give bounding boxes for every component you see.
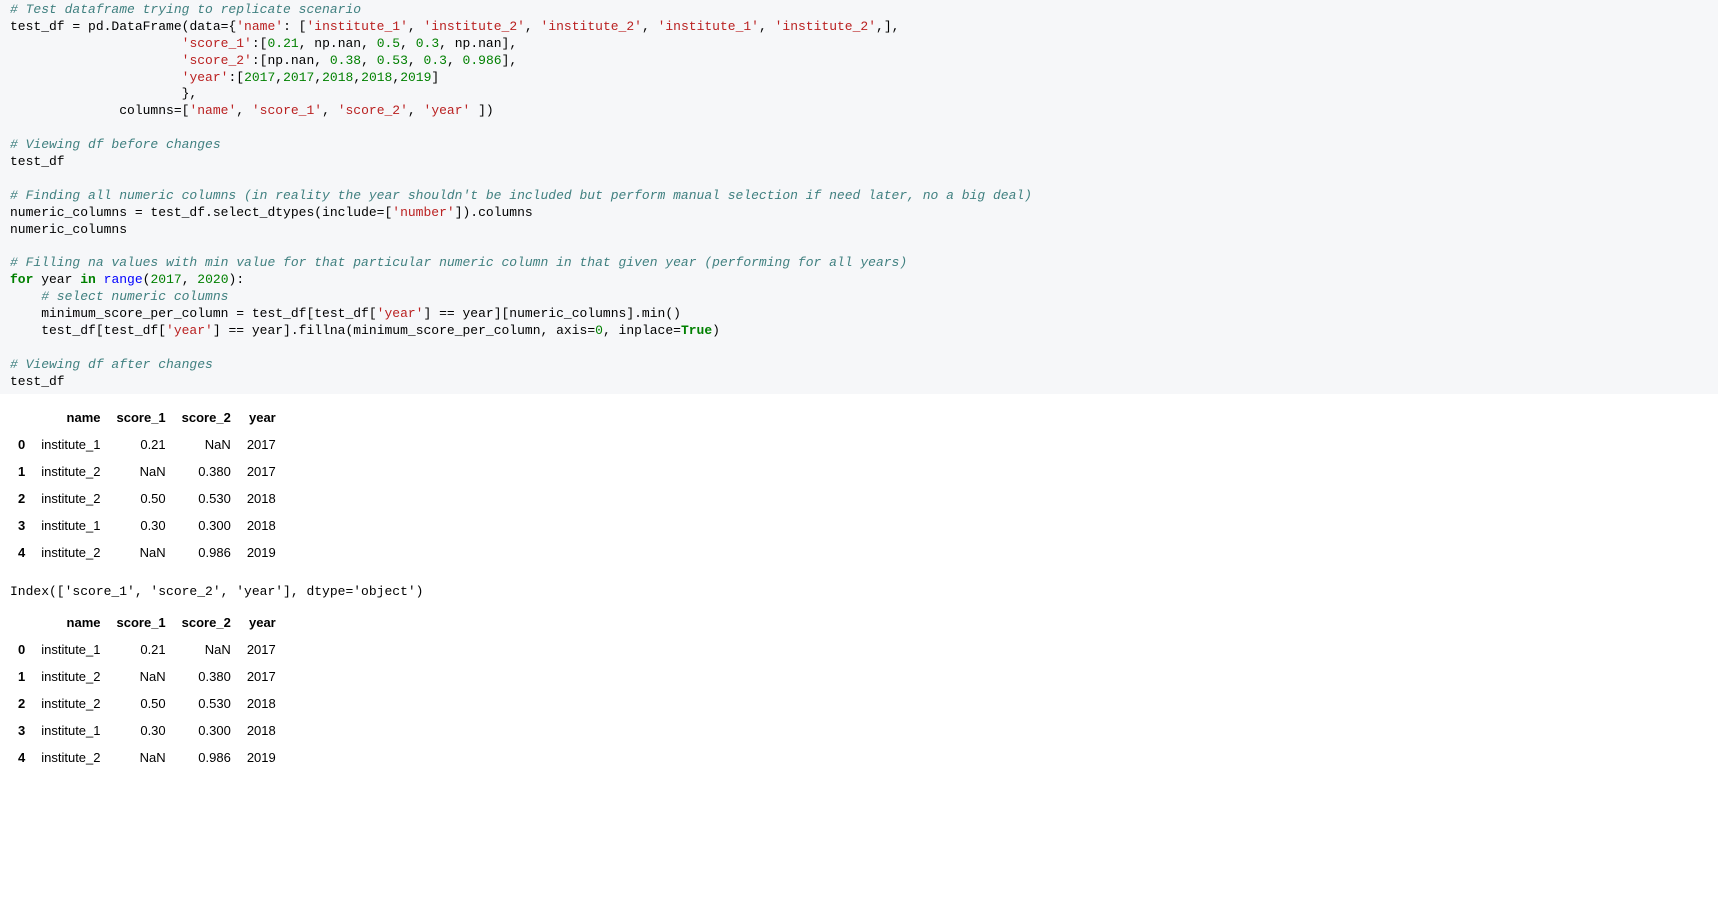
table-row: 2 institute_2 0.50 0.530 2018: [10, 690, 284, 717]
code-comment: # Test dataframe trying to replicate sce…: [10, 2, 361, 17]
row-index: 4: [10, 539, 33, 566]
table-header: score_1: [109, 609, 174, 636]
table-cell: NaN: [174, 636, 239, 663]
table-cell: institute_1: [33, 636, 108, 663]
row-index: 4: [10, 744, 33, 771]
table-row: 1 institute_2 NaN 0.380 2017: [10, 458, 284, 485]
table-cell: institute_2: [33, 485, 108, 512]
table-cell: 0.530: [174, 485, 239, 512]
table-cell: 0.50: [109, 690, 174, 717]
table-header: score_2: [174, 609, 239, 636]
table-cell: NaN: [109, 458, 174, 485]
table-cell: 0.380: [174, 458, 239, 485]
row-index: 1: [10, 458, 33, 485]
table-cell: 2017: [239, 663, 284, 690]
code-line: 'score_1':[0.21, np.nan, 0.5, 0.3, np.na…: [10, 36, 517, 51]
code-line: numeric_columns = test_df.select_dtypes(…: [10, 205, 533, 220]
table-header-row: name score_1 score_2 year: [10, 609, 284, 636]
table-cell: institute_2: [33, 690, 108, 717]
code-line: test_df = pd.DataFrame(data={'name': ['i…: [10, 19, 899, 34]
table-row: 1 institute_2 NaN 0.380 2017: [10, 663, 284, 690]
table-row: 0 institute_1 0.21 NaN 2017: [10, 636, 284, 663]
table-row: 4 institute_2 NaN 0.986 2019: [10, 539, 284, 566]
table-cell: 2018: [239, 690, 284, 717]
code-line: 'score_2':[np.nan, 0.38, 0.53, 0.3, 0.98…: [10, 53, 517, 68]
code-comment: # Viewing df before changes: [10, 137, 221, 152]
table-header-row: name score_1 score_2 year: [10, 404, 284, 431]
table-cell: 0.30: [109, 717, 174, 744]
table-header: score_1: [109, 404, 174, 431]
table-header: name: [33, 609, 108, 636]
table-header: name: [33, 404, 108, 431]
code-line: test_df: [10, 374, 65, 389]
row-index: 2: [10, 485, 33, 512]
table-cell: institute_2: [33, 458, 108, 485]
row-index: 0: [10, 431, 33, 458]
table-cell: 2018: [239, 512, 284, 539]
row-index: 1: [10, 663, 33, 690]
table-cell: institute_1: [33, 512, 108, 539]
code-line: test_df[test_df['year'] == year].fillna(…: [10, 323, 720, 338]
table-cell: 0.300: [174, 512, 239, 539]
table-cell: 0.300: [174, 717, 239, 744]
table-cell: 0.530: [174, 690, 239, 717]
code-comment: # Viewing df after changes: [10, 357, 213, 372]
table-cell: NaN: [109, 663, 174, 690]
dataframe-after: name score_1 score_2 year 0 institute_1 …: [10, 609, 284, 771]
table-cell: NaN: [109, 539, 174, 566]
code-comment: # select numeric columns: [10, 289, 228, 304]
table-cell: institute_2: [33, 744, 108, 771]
table-cell: institute_1: [33, 431, 108, 458]
row-index: 0: [10, 636, 33, 663]
table-cell: 0.21: [109, 431, 174, 458]
table-cell: institute_1: [33, 717, 108, 744]
row-index: 3: [10, 717, 33, 744]
table-cell: 0.986: [174, 539, 239, 566]
table-row: 3 institute_1 0.30 0.300 2018: [10, 717, 284, 744]
table-cell: 2019: [239, 744, 284, 771]
code-line: },: [10, 86, 197, 101]
code-comment: # Filling na values with min value for t…: [10, 255, 907, 270]
row-index: 3: [10, 512, 33, 539]
table-header: year: [239, 404, 284, 431]
table-cell: 2018: [239, 717, 284, 744]
code-line: 'year':[2017,2017,2018,2018,2019]: [10, 70, 439, 85]
code-line: minimum_score_per_column = test_df[test_…: [10, 306, 681, 321]
table-row: 2 institute_2 0.50 0.530 2018: [10, 485, 284, 512]
table-cell: 2017: [239, 431, 284, 458]
table-header: [10, 609, 33, 636]
table-cell: NaN: [174, 431, 239, 458]
table-cell: 0.50: [109, 485, 174, 512]
table-row: 4 institute_2 NaN 0.986 2019: [10, 744, 284, 771]
table-header: year: [239, 609, 284, 636]
table-row: 3 institute_1 0.30 0.300 2018: [10, 512, 284, 539]
table-cell: 0.986: [174, 744, 239, 771]
code-line: for year in range(2017, 2020):: [10, 272, 244, 287]
table-cell: 0.380: [174, 663, 239, 690]
table-header: [10, 404, 33, 431]
code-line: numeric_columns: [10, 222, 127, 237]
table-cell: 2018: [239, 485, 284, 512]
table-header: score_2: [174, 404, 239, 431]
table-cell: 2017: [239, 458, 284, 485]
code-line: columns=['name', 'score_1', 'score_2', '…: [10, 103, 494, 118]
code-comment: # Finding all numeric columns (in realit…: [10, 188, 1032, 203]
index-output: Index(['score_1', 'score_2', 'year'], dt…: [10, 580, 1708, 605]
table-cell: 0.21: [109, 636, 174, 663]
output-cell: name score_1 score_2 year 0 institute_1 …: [0, 394, 1718, 791]
table-cell: institute_2: [33, 663, 108, 690]
code-line: test_df: [10, 154, 65, 169]
table-row: 0 institute_1 0.21 NaN 2017: [10, 431, 284, 458]
dataframe-before: name score_1 score_2 year 0 institute_1 …: [10, 404, 284, 566]
table-cell: 2017: [239, 636, 284, 663]
table-cell: NaN: [109, 744, 174, 771]
table-cell: institute_2: [33, 539, 108, 566]
code-cell[interactable]: # Test dataframe trying to replicate sce…: [0, 0, 1718, 394]
table-cell: 0.30: [109, 512, 174, 539]
row-index: 2: [10, 690, 33, 717]
table-cell: 2019: [239, 539, 284, 566]
